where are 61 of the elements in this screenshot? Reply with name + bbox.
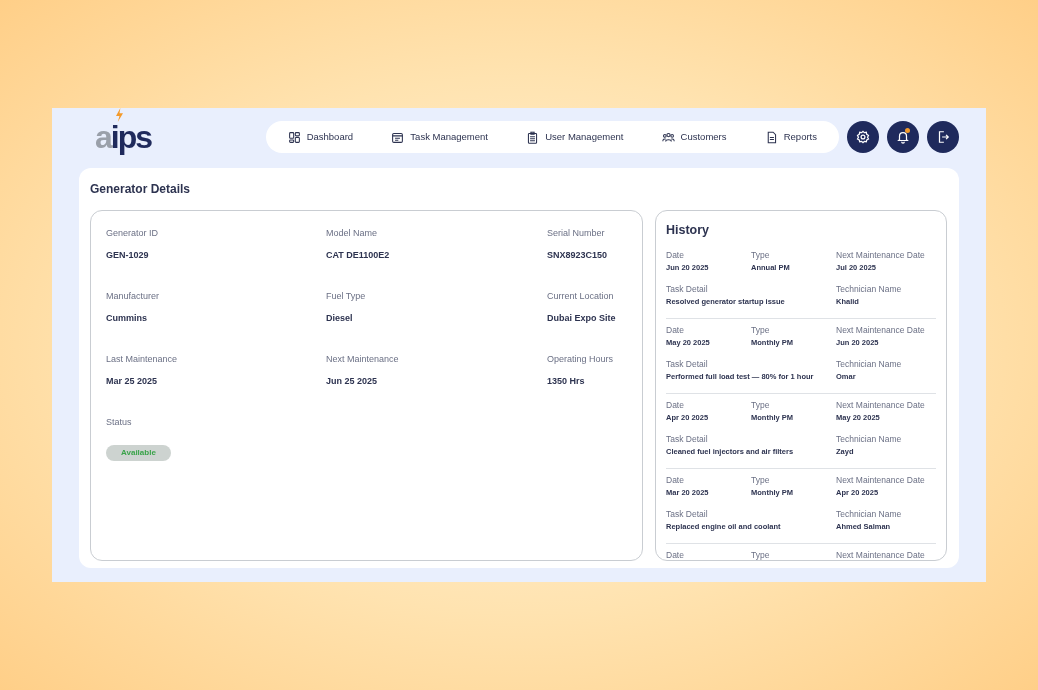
history-label: Type	[751, 248, 771, 262]
field-value: Diesel	[326, 311, 354, 325]
field-label: Last Maintenance	[106, 353, 179, 366]
field-value: GEN-1029	[106, 248, 150, 262]
history-label: Type	[751, 323, 771, 337]
calendar-icon	[391, 130, 405, 144]
history-label: Next Maintenance Date	[836, 248, 926, 262]
field-value: 1350 Hrs	[547, 374, 586, 388]
lightning-bolt-icon	[115, 108, 124, 122]
history-label: Next Maintenance Date	[836, 323, 926, 337]
nav-link[interactable]: Dashboard	[283, 127, 358, 147]
history-label: Task Detail	[666, 507, 709, 521]
history-label: Date	[666, 323, 685, 337]
history-label: Task Detail	[666, 282, 709, 296]
settings-icon	[856, 130, 870, 144]
notifications-button[interactable]	[887, 121, 919, 153]
history-title: History	[666, 222, 711, 239]
nav-link[interactable]: Reports	[760, 127, 821, 147]
history-label: Date	[666, 548, 685, 560]
logout-button[interactable]	[927, 121, 959, 153]
field-label: Generator ID	[106, 227, 160, 240]
history-label: Date	[666, 248, 685, 262]
people-icon	[661, 130, 675, 144]
logout-icon	[936, 130, 950, 144]
history-label: Next Maintenance Date	[836, 473, 926, 487]
history-label: Date	[666, 473, 685, 487]
history-label: Technician Name	[836, 282, 903, 296]
field-value: SNX8923C150	[547, 248, 609, 262]
bell-icon	[896, 130, 910, 144]
nav-link[interactable]: User Management	[522, 127, 628, 147]
field-label: Status	[106, 416, 133, 429]
field-value: Mar 25 2025	[106, 374, 159, 388]
settings-button[interactable]	[847, 121, 879, 153]
grid-icon	[287, 130, 301, 144]
history-label: Next Maintenance Date	[836, 548, 926, 560]
field-label: Manufacturer	[106, 290, 161, 303]
field-label: Model Name	[326, 227, 379, 240]
field-value: Cummins	[106, 311, 148, 325]
page-title: Generator Details	[90, 181, 192, 198]
nav-link[interactable]: Task Management	[387, 127, 492, 147]
field-value: CAT DE1100E2	[326, 248, 391, 262]
history-label: Next Maintenance Date	[836, 398, 926, 412]
field-label: Next Maintenance	[326, 353, 400, 366]
field-label: Current Location	[547, 290, 615, 303]
field-label: Serial Number	[547, 227, 606, 240]
field-label: Fuel Type	[326, 290, 367, 303]
nav-link[interactable]: Customers	[657, 127, 731, 147]
field-label: Operating Hours	[547, 353, 615, 366]
history-label: Technician Name	[836, 357, 903, 371]
history-label: Technician Name	[836, 432, 903, 446]
history-label: Type	[751, 548, 771, 560]
field-value: Dubai Expo Site	[547, 311, 617, 325]
field-value: Jun 25 2025	[326, 374, 379, 388]
history-label: Technician Name	[836, 507, 903, 521]
history-label: Type	[751, 398, 771, 412]
history-label: Task Detail	[666, 432, 709, 446]
clipboard-icon	[526, 130, 540, 144]
history-label: Date	[666, 398, 685, 412]
status-badge: Available	[106, 444, 171, 461]
history-label: Task Detail	[666, 357, 709, 371]
history-label: Type	[751, 473, 771, 487]
